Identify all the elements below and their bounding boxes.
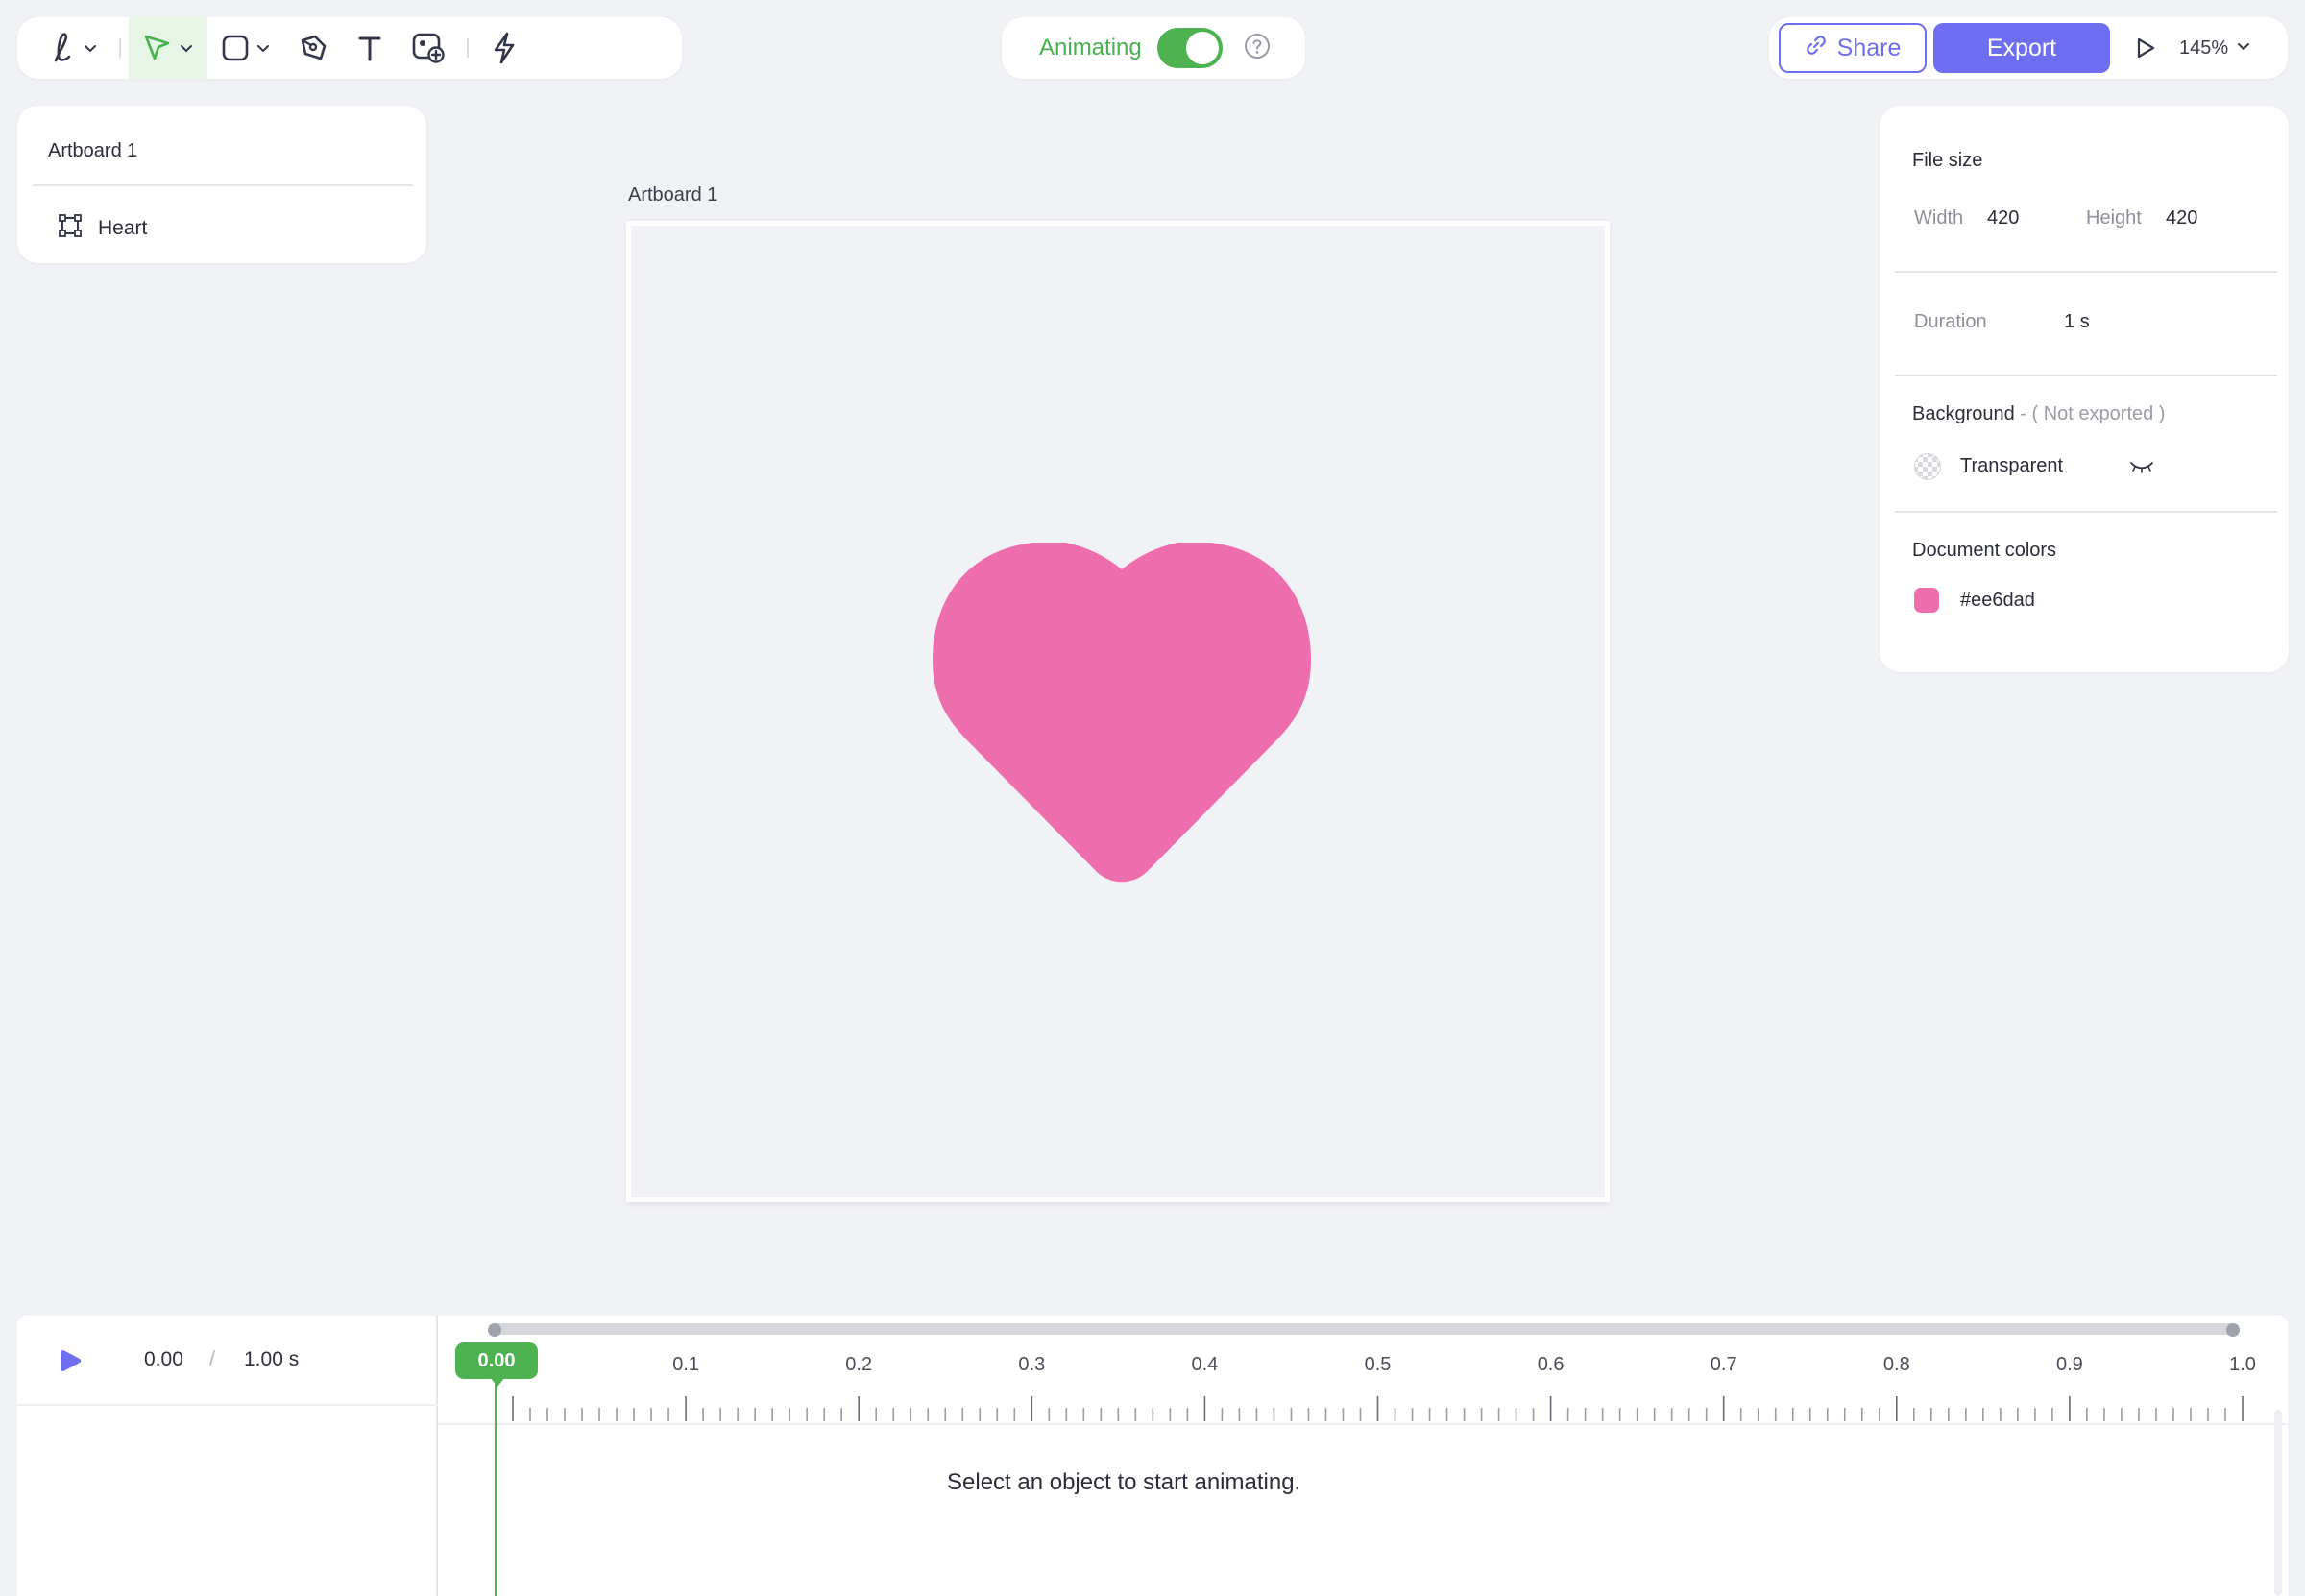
heart-shape[interactable] (933, 543, 1311, 890)
scrollbar-end-handle[interactable] (2226, 1323, 2240, 1337)
toggle-knob (1186, 32, 1219, 64)
current-time[interactable]: 0.00 (144, 1348, 183, 1371)
layer-label: Heart (98, 217, 148, 239)
ruler-ticks (512, 1396, 2244, 1421)
artboard-label[interactable]: Artboard 1 (628, 184, 717, 206)
timeline-controls: 0.00 / 1.00 s (17, 1316, 438, 1596)
playhead-line[interactable] (495, 1383, 497, 1596)
share-label: Share (1836, 34, 1902, 61)
toolbar-divider (467, 38, 469, 58)
tools-toolbar (17, 17, 682, 79)
document-colors-title: Document colors (1912, 540, 2057, 561)
animating-label: Animating (1039, 35, 1142, 60)
chevron-down-icon[interactable] (83, 40, 98, 56)
scrollbar-start-handle[interactable] (488, 1323, 501, 1337)
background-title: Background - ( Not exported ) (1912, 403, 2165, 425)
text-tool[interactable] (342, 17, 398, 79)
layers-panel: Artboard 1 Heart (17, 106, 426, 263)
animating-control: Animating (1002, 17, 1305, 79)
select-tool[interactable] (129, 17, 207, 79)
background-swatch[interactable] (1914, 453, 1941, 480)
play-icon[interactable] (58, 1348, 85, 1378)
pen-icon (298, 33, 328, 63)
divider (33, 184, 413, 186)
timeline-empty-message: Select an object to start animating. (947, 1469, 1301, 1495)
duration-value[interactable]: 1 s (2064, 311, 2090, 333)
chevron-down-icon[interactable] (255, 40, 271, 56)
width-label: Width (1914, 207, 1964, 229)
background-note: - ( Not exported ) (2014, 403, 2166, 424)
lightning-icon (490, 32, 519, 64)
help-icon[interactable] (1244, 33, 1271, 64)
divider (438, 1423, 2288, 1425)
chevron-down-icon[interactable] (179, 40, 194, 56)
file-size-title: File size (1912, 150, 1983, 171)
chevron-down-icon (2236, 37, 2251, 60)
document-color-value[interactable]: #ee6dad (1960, 590, 2035, 612)
image-add-icon (411, 32, 446, 64)
link-icon (1805, 34, 1828, 63)
rectangle-icon (221, 34, 250, 62)
pen-tool[interactable] (284, 17, 342, 79)
text-icon (355, 34, 384, 62)
cursor-icon (142, 33, 173, 63)
shape-tool[interactable] (207, 17, 284, 79)
zoom-value: 145% (2179, 36, 2229, 59)
divider (1895, 511, 2277, 513)
animating-toggle[interactable] (1156, 28, 1223, 68)
playhead-time-badge[interactable]: 0.00 (455, 1342, 538, 1379)
timeline-ruler[interactable]: 0.1 0.2 0.3 0.4 0.5 0.6 0.7 0.8 0.9 1.0 (438, 1341, 2288, 1425)
timeline-vertical-scrollbar[interactable] (2274, 1410, 2282, 1596)
play-preview-icon[interactable] (2135, 36, 2156, 60)
background-value[interactable]: Transparent (1960, 455, 2063, 477)
timeline-panel: 0.00 / 1.00 s 0.1 0.2 0.3 0.4 0.5 0.6 0.7 0.8 0.… (17, 1316, 2288, 1596)
zoom-select[interactable]: 145% (2179, 37, 2251, 60)
frame-icon (58, 213, 83, 244)
properties-panel: File size Width 420 Height 420 Duration … (1880, 106, 2289, 672)
actions-bar: Share Export 145% (1769, 17, 2288, 79)
background-title-text: Background (1912, 403, 2015, 424)
export-button[interactable]: Export (1933, 23, 2110, 73)
freehand-icon (50, 32, 77, 64)
height-label: Height (2086, 207, 2142, 229)
layers-artboard-title[interactable]: Artboard 1 (48, 140, 137, 162)
divider (1895, 271, 2277, 273)
divider (17, 1404, 438, 1406)
document-color-swatch[interactable] (1914, 588, 1939, 613)
timeline-scrollbar[interactable] (490, 1323, 2236, 1335)
width-value[interactable]: 420 (1987, 207, 2019, 230)
time-separator: / (209, 1346, 216, 1370)
duration-label: Duration (1914, 311, 1987, 332)
share-button[interactable]: Share (1779, 23, 1927, 73)
layer-item-heart[interactable]: Heart (58, 213, 147, 244)
eye-closed-icon[interactable] (2129, 459, 2154, 479)
toolbar-divider (119, 38, 121, 58)
height-value[interactable]: 420 (2166, 207, 2197, 230)
total-time[interactable]: 1.00 s (244, 1348, 299, 1371)
image-tool[interactable] (398, 17, 459, 79)
divider (1895, 375, 2277, 376)
lightning-tool[interactable] (476, 17, 532, 79)
artboard-canvas[interactable] (626, 221, 1610, 1202)
freehand-tool[interactable] (36, 17, 111, 79)
